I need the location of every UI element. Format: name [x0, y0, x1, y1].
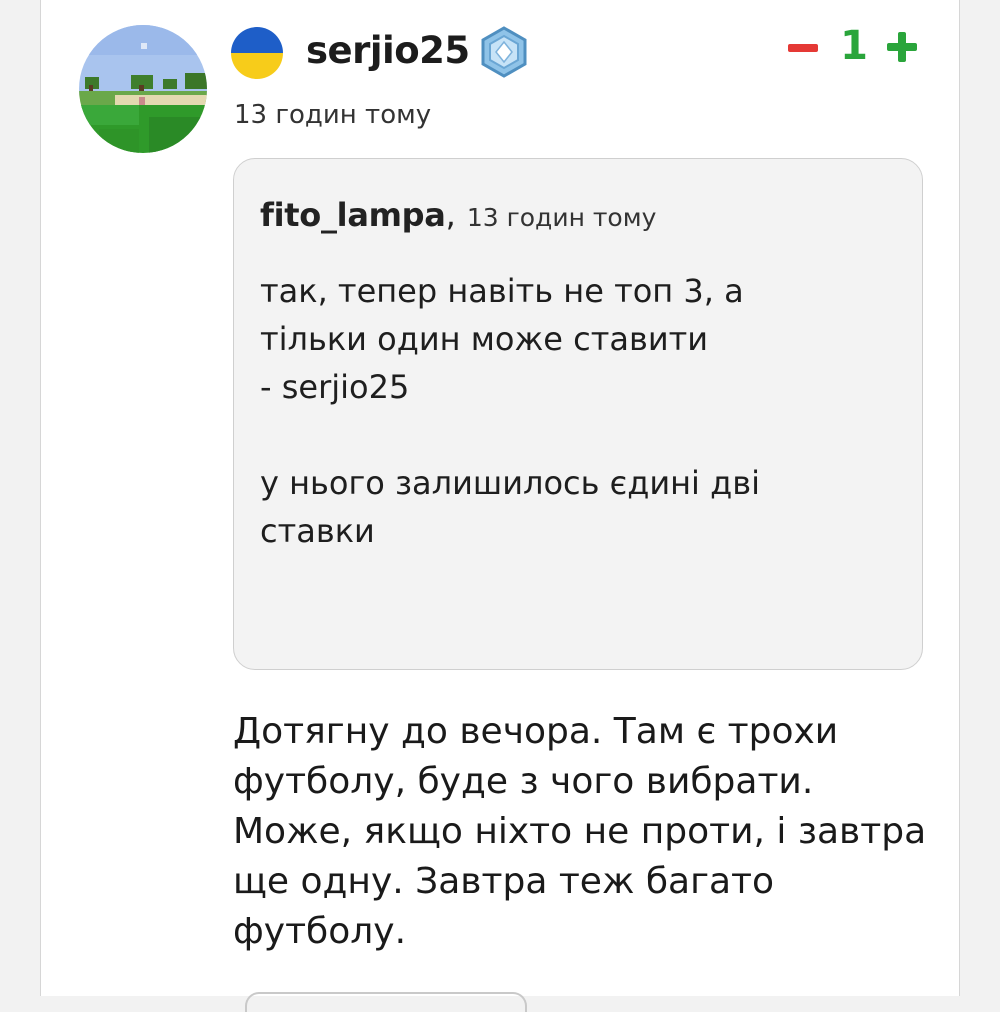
quote-header: fito_lampa, 13 годин тому: [260, 195, 896, 241]
vote-count: 1: [840, 23, 868, 69]
next-element-edge: [245, 992, 527, 1012]
quote-separator: ,: [445, 196, 456, 234]
comment-timestamp: 13 годин тому: [234, 100, 432, 130]
downvote-button[interactable]: [786, 29, 822, 69]
quote-timestamp: 13 годин тому: [466, 203, 657, 232]
quote-author[interactable]: fito_lampa: [260, 196, 446, 234]
upvote-button[interactable]: [884, 27, 924, 67]
quoted-comment: fito_lampa, 13 годин тому так, тепер нав…: [233, 158, 923, 670]
quote-text: так, тепер навіть не топ 3, а тільки оди…: [260, 272, 760, 550]
user-avatar[interactable]: [79, 25, 207, 153]
minecraft-landscape-avatar: [79, 25, 207, 153]
comment-author[interactable]: serjio25: [306, 26, 470, 76]
ukraine-flag-icon: [231, 27, 283, 79]
crystal-rank-badge-icon: [479, 26, 529, 78]
comment-card: serjio25 1 13 годин тому fito_lampa, 13 …: [40, 0, 960, 1012]
comment-text: Дотягну до вечора. Там є трохи футболу, …: [233, 711, 927, 952]
